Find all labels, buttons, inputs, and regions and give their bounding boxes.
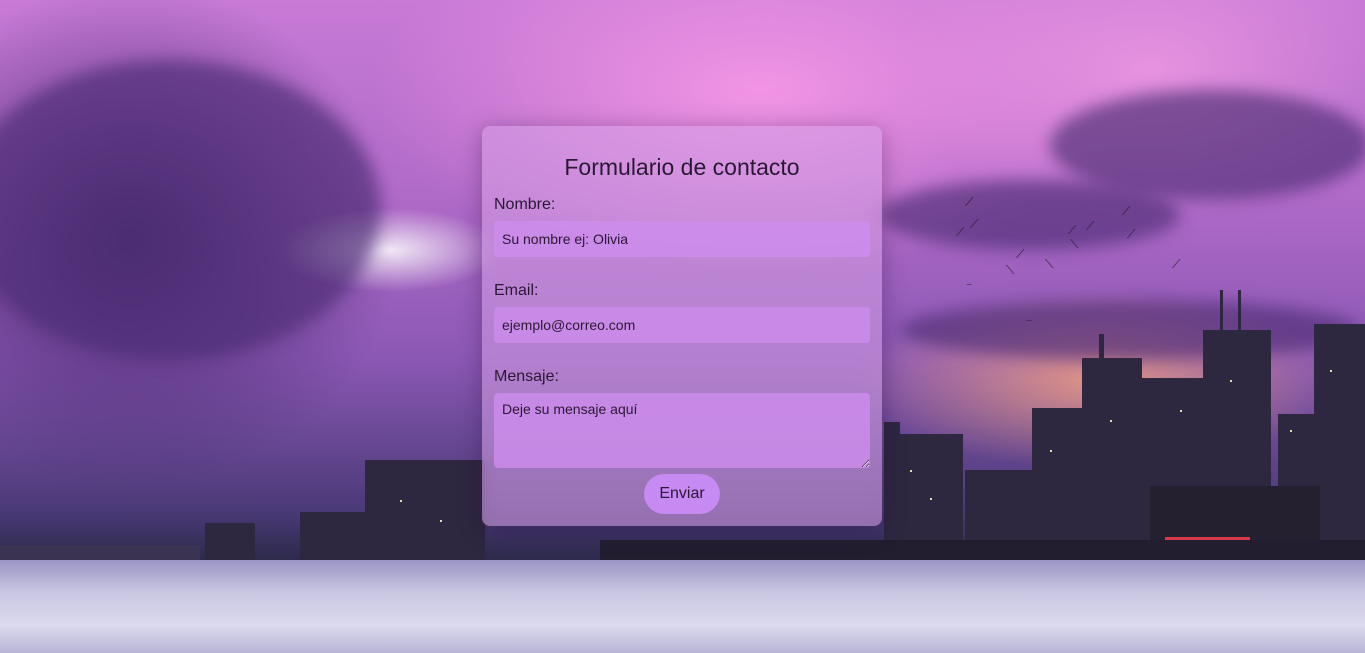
email-label: Email: (494, 282, 539, 299)
window-light (1110, 420, 1112, 422)
water (0, 560, 1365, 653)
bird-icon: ⟍ (1070, 237, 1079, 251)
building (365, 460, 485, 560)
building (1238, 290, 1241, 332)
bird-icon: ⟋ (956, 225, 965, 239)
email-input[interactable] (494, 307, 870, 343)
building (1314, 324, 1365, 562)
bird-icon: ⟋ (965, 195, 974, 209)
building (1032, 408, 1082, 562)
window-light (440, 520, 442, 522)
name-group: Nombre: (494, 195, 870, 257)
cloud (0, 60, 380, 360)
window-light (400, 500, 402, 502)
building (205, 523, 255, 560)
bird-icon: ⟋ (1086, 219, 1095, 233)
bird-icon: ⁻ (1026, 315, 1033, 329)
bird-icon: ⟋ (970, 217, 979, 231)
form-title: Formulario de contacto (564, 154, 800, 180)
message-textarea[interactable] (494, 393, 870, 468)
submit-button[interactable]: Enviar (644, 474, 720, 514)
bird-icon: ⟋ (1068, 223, 1077, 237)
bird-icon: ⟋ (1172, 257, 1181, 271)
email-group: Email: (494, 281, 870, 343)
window-light (1180, 410, 1182, 412)
building (300, 512, 365, 560)
message-label: Mensaje: (494, 368, 559, 385)
window-light (1050, 450, 1052, 452)
building (0, 545, 200, 560)
bird-icon: ⟋ (1122, 204, 1131, 218)
building (1082, 358, 1142, 562)
name-input[interactable] (494, 221, 870, 257)
cloud (1050, 90, 1365, 200)
bird-icon: ⟋ (1016, 247, 1025, 261)
name-label: Nombre: (494, 196, 556, 213)
building (1220, 290, 1223, 332)
bird-icon: ⟍ (1045, 257, 1054, 271)
bird-icon: ⟋ (1127, 227, 1136, 241)
window-light (910, 470, 912, 472)
contact-form: Formulario de contacto Nombre: Email: Me… (482, 126, 882, 526)
window-light (1330, 370, 1332, 372)
window-light (1290, 430, 1292, 432)
building (600, 540, 1365, 562)
bird-icon: ⟍ (1006, 263, 1015, 277)
message-group: Mensaje: (494, 367, 870, 468)
cloud (900, 300, 1360, 360)
window-light (1230, 380, 1232, 382)
building (1099, 334, 1104, 362)
window-light (930, 498, 932, 500)
bird-icon: ⁻ (966, 279, 973, 293)
